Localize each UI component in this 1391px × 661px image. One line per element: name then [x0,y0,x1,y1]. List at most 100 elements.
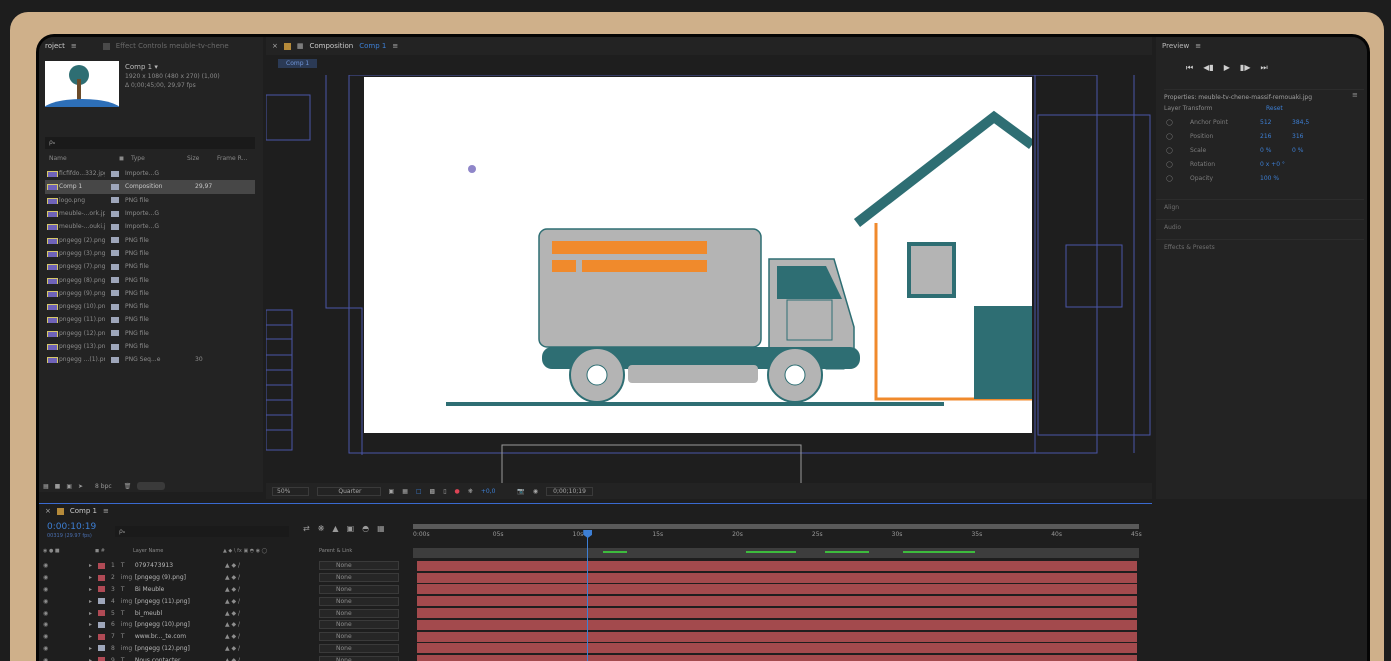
visibility-eye-icon[interactable]: ◉ [43,562,48,569]
graph-editor-icon[interactable]: ▦ [377,524,385,533]
layer-switches-icon[interactable]: ▲ ◆ / [225,562,240,569]
fit-icon[interactable]: ▣ [389,488,395,495]
playhead[interactable] [583,530,593,661]
label-color-icon[interactable] [111,170,119,177]
layer-row[interactable]: ◉ ▸ 6 img [pngegg (10).png] ▲ ◆ / None [39,619,1149,631]
label-color-icon[interactable] [111,277,119,284]
layer-duration-bar[interactable] [417,560,1137,571]
layer-name[interactable]: Nous contacter [135,657,181,661]
comp-subtab[interactable]: Comp 1 [278,59,318,68]
layer-row[interactable]: ◉ ▸ 8 img [pngegg (12).png] ▲ ◆ / None [39,643,1149,655]
comp-menu-icon[interactable]: ≡ [392,42,398,50]
grid-icon[interactable]: ▦ [402,488,408,495]
magnification-dropdown[interactable]: 50% [272,486,310,496]
visibility-eye-icon[interactable]: ◉ [43,610,48,617]
project-item[interactable]: pngegg (2).png PNG file [45,233,255,246]
scale-icon[interactable]: ◯ [1166,147,1190,154]
comp-canvas[interactable] [364,77,1032,433]
layer-duration-bar[interactable] [417,572,1137,583]
layer-name[interactable]: www.br..._te.com [135,633,186,640]
parent-dropdown[interactable]: None [319,596,399,606]
twirl-arrow-icon[interactable]: ▸ [89,610,92,617]
last-frame-icon[interactable]: ⏭ [1260,63,1267,73]
twirl-arrow-icon[interactable]: ▸ [89,574,92,581]
anchor-icon[interactable]: ◯ [1166,119,1190,126]
layer-row[interactable]: ◉ ▸ 7 T www.br..._te.com ▲ ◆ / None [39,631,1149,643]
layer-color-icon[interactable] [98,574,106,581]
twirl-arrow-icon[interactable]: ▸ [89,633,92,640]
label-color-icon[interactable] [111,263,119,270]
property-value-1[interactable]: 0 x +0 ° [1260,161,1292,168]
label-color-icon[interactable] [111,330,119,337]
layer-color-icon[interactable] [98,633,106,640]
motion-blur-icon[interactable]: ◓ [362,524,369,533]
label-color-icon[interactable] [111,250,119,257]
project-item[interactable]: pngegg (12).png PNG file [45,327,255,340]
preview-menu-icon[interactable]: ≡ [1195,42,1201,50]
layer-row[interactable]: ◉ ▸ 3 T Bi Meuble ▲ ◆ / None [39,584,1149,596]
layer-color-icon[interactable] [98,610,106,617]
interpret-footage-icon[interactable]: ▦ [43,483,49,490]
col-name[interactable]: Name [45,155,119,165]
parent-dropdown[interactable]: None [319,561,399,571]
col-type[interactable]: Type [131,155,187,165]
twirl-arrow-icon[interactable]: ▸ [89,562,92,569]
col-frame[interactable]: Frame R... [217,155,247,165]
reset-button[interactable]: Reset [1266,105,1283,112]
twirl-arrow-icon[interactable]: ▸ [89,598,92,605]
layer-switches-icon[interactable]: ▲ ◆ / [225,645,240,652]
play-icon[interactable]: ▶ [1224,63,1230,73]
new-folder-icon[interactable]: ■ [55,483,61,490]
label-color-icon[interactable] [111,343,119,350]
parent-dropdown[interactable]: None [319,584,399,594]
layer-duration-bar[interactable] [417,608,1137,619]
time-ruler[interactable]: 0:00s 05s 10s 15s 20s 25s 30s 35s 40s 45s [413,524,1142,548]
project-item[interactable]: pngegg (10).png PNG file [45,300,255,313]
layer-color-icon[interactable] [98,586,106,593]
twirl-arrow-icon[interactable]: ▸ [89,657,92,661]
layer-name[interactable]: [pngegg (11).png] [135,598,190,605]
close-tab-icon[interactable]: × [272,42,278,50]
tab-effect-controls[interactable]: Effect Controls meuble-tv-chene [116,42,229,50]
timeline-timecode[interactable]: 0:00:10:19 [47,522,96,532]
rotation-icon[interactable]: ◯ [1166,161,1190,168]
layer-duration-bar[interactable] [417,643,1137,654]
new-comp-icon[interactable]: ▣ [66,483,72,490]
project-item[interactable]: logo.png PNG file [45,194,255,207]
parent-dropdown[interactable]: None [319,643,399,653]
layer-switches-icon[interactable]: ▲ ◆ / [225,598,240,605]
project-item[interactable]: pngegg (7).png PNG file [45,260,255,273]
layer-name[interactable]: 0797473913 [135,562,173,569]
property-value-1[interactable]: 512 [1260,119,1292,126]
flowchart-icon[interactable]: ➤ [78,483,83,490]
layer-duration-bar[interactable] [417,584,1137,595]
layer-duration-bar[interactable] [417,631,1137,642]
visibility-eye-icon[interactable]: ◉ [43,621,48,628]
transparency-icon[interactable]: ▩ [430,488,436,495]
project-item[interactable]: pngegg (9).png PNG file [45,287,255,300]
project-item[interactable]: pngegg (11).png PNG file [45,313,255,326]
first-frame-icon[interactable]: ⏮ [1186,63,1193,73]
layer-name[interactable]: [pngegg (10).png] [135,621,190,628]
layer-switches-icon[interactable]: ▲ ◆ / [225,574,240,581]
snapshot-icon[interactable]: 📷 [517,488,524,495]
layer-name[interactable]: [pngegg (9).png] [135,574,186,581]
panel-section[interactable]: Audio [1156,219,1364,235]
panel-section[interactable]: Align [1156,199,1364,215]
layer-color-icon[interactable] [98,562,106,569]
exposure-value[interactable]: +0,0 [481,488,496,495]
label-color-icon[interactable] [111,183,119,190]
timeline-menu-icon[interactable]: ≡ [103,507,109,515]
project-item[interactable]: pngegg (13).png PNG file [45,340,255,353]
draft-3d-icon[interactable]: ❋ [318,524,325,533]
layer-switches-icon[interactable]: ▲ ◆ / [225,586,240,593]
exposure-icon[interactable]: ❋ [468,488,473,495]
layer-row[interactable]: ◉ ▸ 1 T 0797473913 ▲ ◆ / None [39,560,1149,572]
panel-menu-icon[interactable]: ≡ [71,42,77,50]
next-frame-icon[interactable]: ▮▶ [1240,63,1251,73]
timeline-tab[interactable]: Comp 1 [70,507,97,515]
lock-icon[interactable] [283,42,291,50]
position-icon[interactable]: ◯ [1166,133,1190,140]
layer-switches-icon[interactable]: ▲ ◆ / [225,610,240,617]
project-item[interactable]: Comp 1 Composition 29,97 [45,180,255,194]
